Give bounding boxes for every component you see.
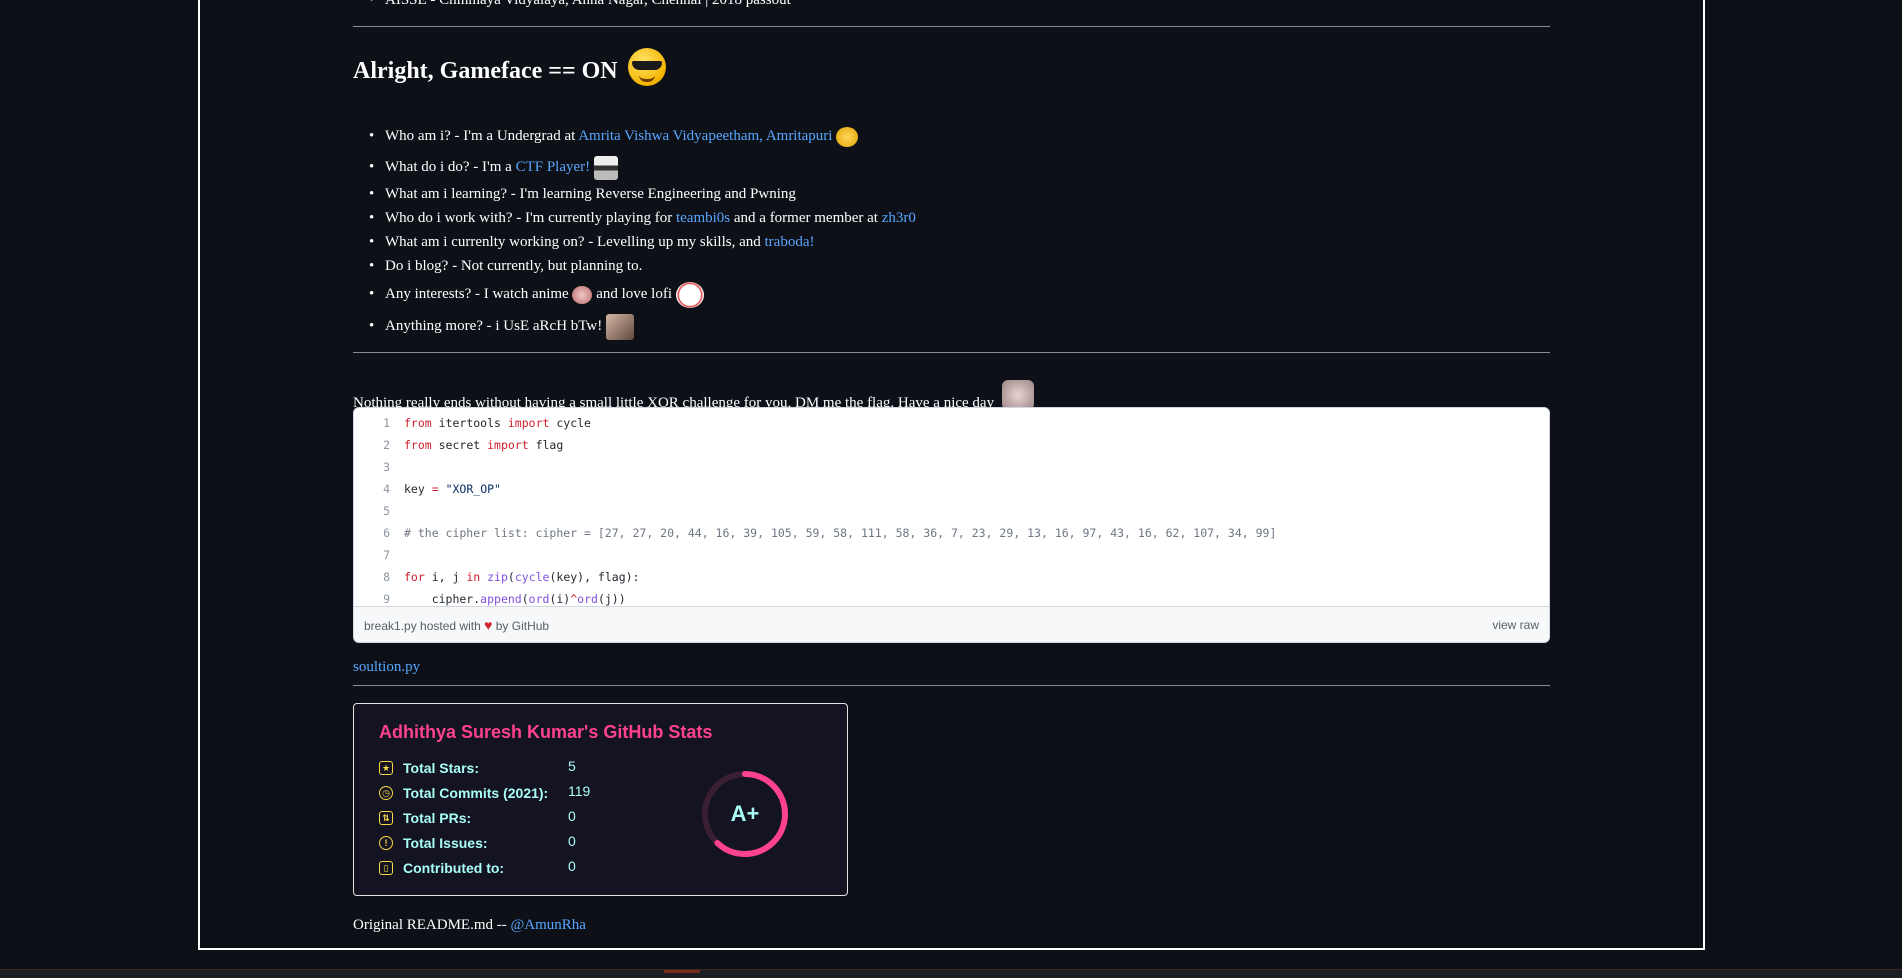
stat-row-commits: ◷ Total Commits (2021): xyxy=(379,783,548,803)
heart-icon: ♥ xyxy=(484,616,493,633)
code-line: 3 xyxy=(383,460,390,474)
code-line: 6 # the cipher list: cipher = [27, 27, 20… xyxy=(383,526,1277,540)
stat-row-stars: ★ Total Stars: xyxy=(379,758,479,778)
zh3r0-link[interactable]: zh3r0 xyxy=(882,210,916,226)
stat-row-issues: ! Total Issues: xyxy=(379,833,488,853)
list-item: Do i blog? - Not currently, but planning… xyxy=(369,254,916,278)
list-item: Who am i? - I'm a Undergrad at Amrita Vi… xyxy=(369,120,916,152)
stats-title: Adhithya Suresh Kumar's GitHub Stats xyxy=(379,722,713,742)
divider xyxy=(353,352,1550,353)
code-line: 2 from secret import flag xyxy=(383,438,564,452)
list-item: What am i learning? - I'm learning Rever… xyxy=(369,182,916,206)
list-item: What am i currenlty working on? - Levell… xyxy=(369,230,916,254)
list-item: Any interests? - I watch anime and love … xyxy=(369,278,916,310)
star-icon: ★ xyxy=(379,761,393,775)
stat-value: 119 xyxy=(568,783,591,799)
code-line: 5 xyxy=(383,504,390,518)
issue-icon: ! xyxy=(379,836,393,850)
pull-request-icon: ⇅ xyxy=(379,811,393,825)
hacker-icon xyxy=(593,155,618,180)
lofi-icon xyxy=(675,281,704,308)
code-line: 4 key = "XOR_OP" xyxy=(383,482,501,496)
rank-circle: A+ xyxy=(701,770,789,858)
code-line: 8 for i, j in zip(cycle(key), flag): xyxy=(383,570,640,584)
divider xyxy=(353,685,1550,686)
gist-embed: 1 from itertools import cycle 2 from secre… xyxy=(353,407,1550,643)
solution-link[interactable]: soultion.py xyxy=(353,659,420,676)
gist-file-link[interactable]: break1.py xyxy=(364,619,417,633)
stat-value: 5 xyxy=(568,758,576,774)
divider xyxy=(353,26,1550,27)
view-raw-link[interactable]: view raw xyxy=(1492,618,1539,632)
nerd-face-icon xyxy=(836,126,859,147)
list-item: What do i do? - I'm a CTF Player! xyxy=(369,152,916,182)
teambi0s-link[interactable]: teambi0s xyxy=(676,210,730,226)
ctf-player-link[interactable]: CTF Player! xyxy=(516,159,591,175)
stat-value: 0 xyxy=(568,808,576,824)
stat-value: 0 xyxy=(568,833,576,849)
taskbar-tab[interactable] xyxy=(664,970,700,973)
author-link[interactable]: @AmunRha xyxy=(510,917,585,933)
code-line: 7 xyxy=(383,548,390,562)
education-item: AISSE - Chinmaya Vidyalaya, Anna Nagar, … xyxy=(369,0,791,9)
rank-grade: A+ xyxy=(730,801,760,826)
sunglasses-face-icon xyxy=(627,48,666,86)
gist-footer: break1.py hosted with ♥ by GitHub view r… xyxy=(354,606,1549,642)
pig-icon xyxy=(1002,380,1035,410)
repo-icon: ▯ xyxy=(379,861,393,875)
university-link[interactable]: Amrita Vishwa Vidyapeetham, Amritapuri xyxy=(578,128,832,144)
gameface-heading: Alright, Gameface == ON xyxy=(353,48,666,90)
list-item: Anything more? - i UsE aRcH bTw! xyxy=(369,310,916,342)
about-list: Who am i? - I'm a Undergrad at Amrita Vi… xyxy=(353,120,916,342)
list-item: Who do i work with? - I'm currently play… xyxy=(369,206,916,230)
history-icon: ◷ xyxy=(379,786,393,800)
gameface-title: Alright, Gameface == ON xyxy=(353,57,618,84)
original-credit: Original README.md -- @AmunRha xyxy=(353,917,586,933)
github-link[interactable]: by GitHub xyxy=(496,619,549,633)
code-block: 1 from itertools import cycle 2 from secre… xyxy=(354,408,1549,610)
arch-meme-icon xyxy=(606,313,634,340)
code-line: 1 from itertools import cycle xyxy=(383,416,591,430)
stat-row-prs: ⇅ Total PRs: xyxy=(379,808,471,828)
stat-row-contributed: ▯ Contributed to: xyxy=(379,858,504,878)
anime-icon xyxy=(572,285,593,304)
stat-value: 0 xyxy=(568,858,576,874)
github-stats-card[interactable]: Adhithya Suresh Kumar's GitHub Stats ★ To… xyxy=(353,703,848,896)
traboda-link[interactable]: traboda! xyxy=(765,234,815,250)
